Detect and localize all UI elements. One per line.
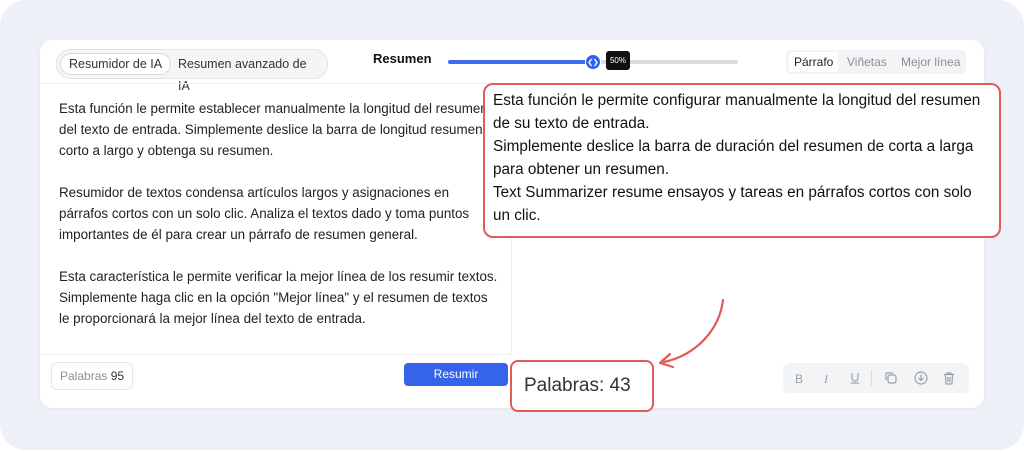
word-count-value: 95 [110, 369, 125, 383]
toolbar-separator [871, 370, 872, 386]
svg-text:I: I [823, 372, 829, 386]
italic-icon[interactable]: I [819, 370, 835, 386]
tab-best-line[interactable]: Mejor línea [896, 52, 965, 72]
format-tabs: Párrafo Viñetas Mejor línea [786, 50, 966, 74]
footer-divider [40, 354, 512, 355]
copy-icon[interactable] [883, 370, 899, 386]
word-count-label: Palabras [60, 369, 108, 383]
tab-bullets[interactable]: Viñetas [842, 52, 892, 72]
annotation-arrow [658, 298, 725, 369]
summary-output-callout: Esta función le permite configurar manua… [483, 83, 1001, 238]
summary-line: Simplemente deslice la barra de duración… [493, 138, 974, 178]
tab-ai-summarizer[interactable]: Resumidor de IA [60, 53, 172, 75]
input-paragraph: Resumidor de textos condensa artículos l… [59, 185, 470, 242]
download-icon[interactable] [913, 370, 929, 386]
underline-icon[interactable] [847, 370, 863, 386]
input-paragraph: Esta característica le permite verificar… [59, 269, 498, 326]
summary-line: Text Summarizer resume ensayos y tareas … [493, 184, 972, 224]
svg-text:B: B [795, 372, 803, 386]
output-word-count: Palabras: 43 [510, 360, 654, 412]
arrows-horizontal-icon [588, 58, 598, 67]
tab-paragraph[interactable]: Párrafo [789, 52, 839, 72]
slider-thumb[interactable] [585, 54, 601, 70]
slider-fill [448, 60, 593, 64]
trash-icon[interactable] [941, 370, 957, 386]
bold-icon[interactable]: B [791, 370, 807, 386]
summary-length-label: Resumen [373, 51, 432, 66]
slider-value-tooltip: 50% [606, 51, 630, 70]
input-word-count: Palabras 95 [51, 362, 134, 390]
summarize-button[interactable]: Resumir [404, 363, 508, 386]
summary-line: Esta función le permite configurar manua… [493, 92, 981, 132]
input-text-area[interactable]: Esta función le permite establecer manua… [59, 98, 499, 350]
output-toolbar: B I [783, 363, 969, 393]
tab-advanced-summarizer[interactable]: Resumen avanzado de IA [170, 53, 327, 93]
input-paragraph: Esta función le permite establecer manua… [59, 101, 488, 158]
mode-tabs: Resumidor de IA Resumen avanzado de IA [56, 49, 328, 93]
